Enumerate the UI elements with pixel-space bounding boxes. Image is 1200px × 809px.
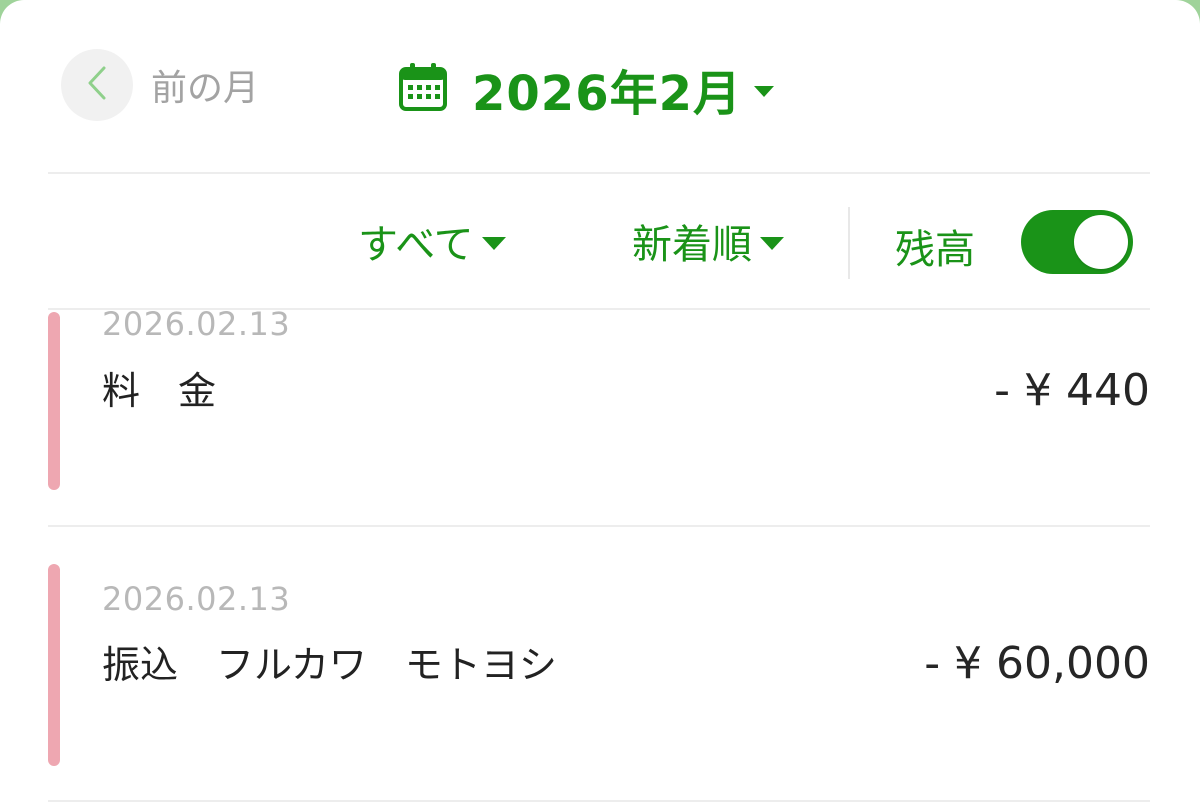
transactions-sheet: 前の月 2026年2月 すべて 新着順 残高 2026.02.13 料 金 - … [0,0,1200,809]
balance-toggle[interactable] [1021,210,1133,274]
chevron-left-icon [86,65,108,105]
balance-label: 残高 [895,227,975,273]
transaction-description: 料 金 [102,369,217,413]
month-selector[interactable]: 2026年2月 [398,54,774,124]
transaction-type-indicator [48,312,60,490]
transaction-date: 2026.02.13 [102,580,291,618]
transaction-amount: - ¥ 60,000 [924,638,1150,689]
filter-separator [848,207,850,279]
transaction-divider [48,800,1150,802]
header-divider [48,172,1150,174]
toggle-knob [1074,215,1128,269]
prev-month-label: 前の月 [151,68,260,109]
caret-down-icon [481,236,506,250]
transaction-divider [48,525,1150,527]
transaction-amount: - ¥ 440 [994,365,1150,416]
transaction-description: 振込 フルカワ モトヨシ [102,643,557,687]
type-filter-dropdown[interactable]: すべて [358,212,506,270]
prev-month-circle [61,49,133,121]
caret-down-icon [760,236,784,250]
sort-dropdown[interactable]: 新着順 [632,212,784,270]
calendar-icon [398,60,448,118]
prev-month-button[interactable]: 前の月 [61,49,259,121]
transaction-date: 2026.02.13 [102,305,291,343]
sort-label: 新着順 [632,222,752,268]
caret-down-icon [754,85,774,97]
month-title: 2026年2月 [472,66,742,122]
transaction-type-indicator [48,564,60,766]
type-filter-label: すべて [358,222,474,268]
